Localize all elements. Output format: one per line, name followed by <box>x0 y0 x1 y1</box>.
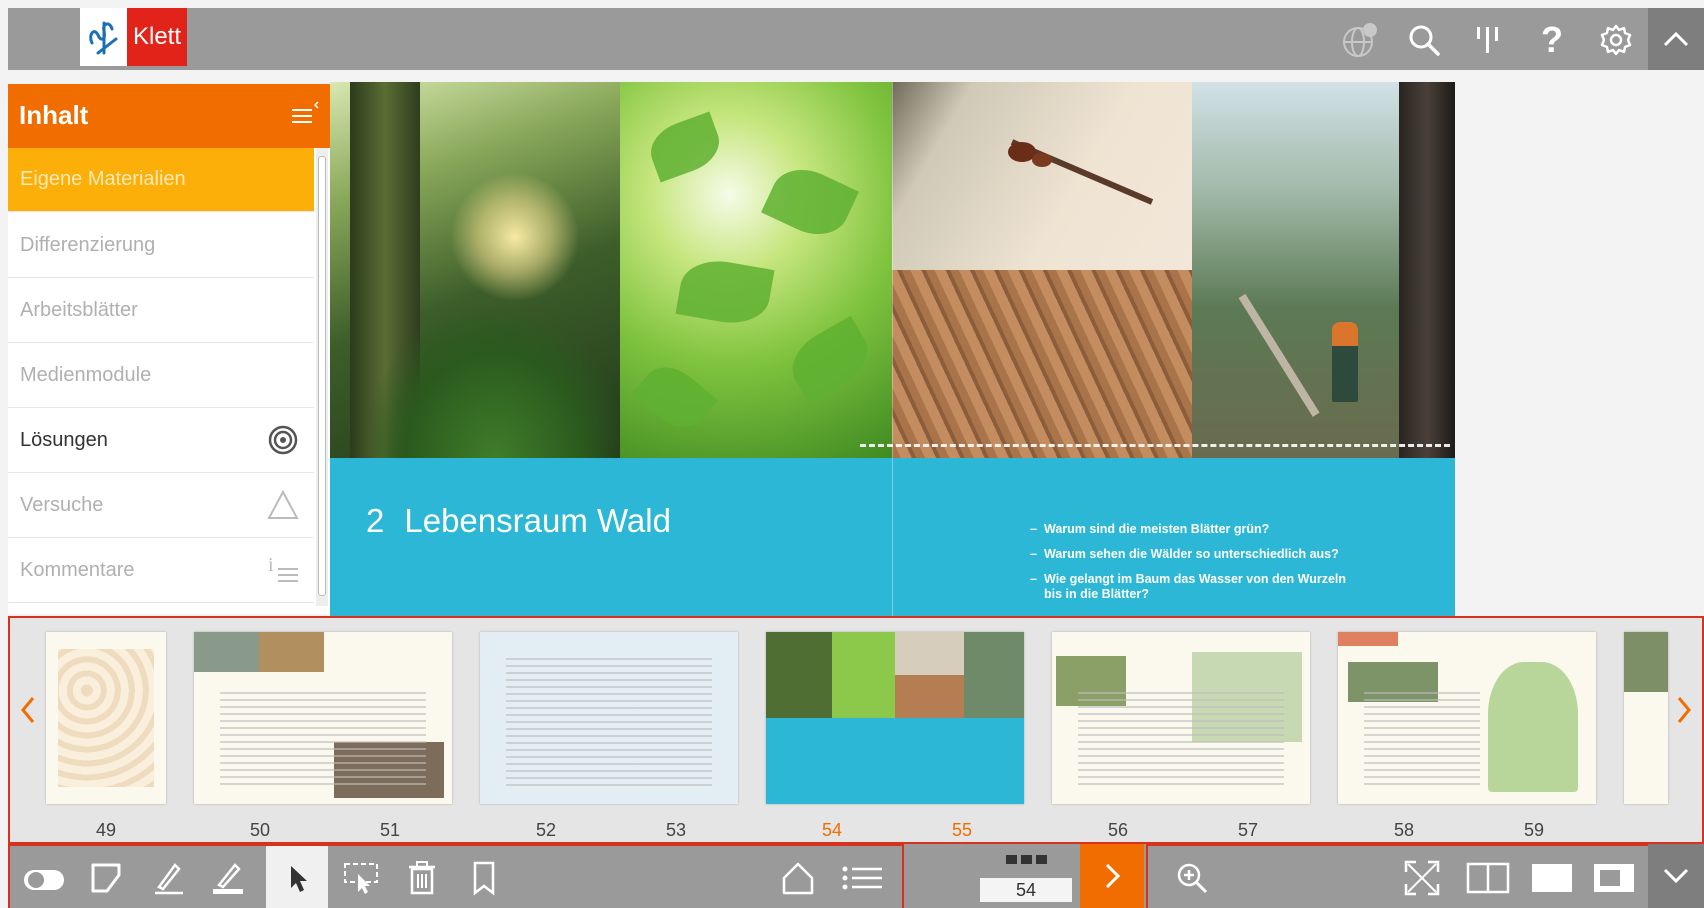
sidebar-item-medienmodule[interactable]: Medienmodule <box>8 344 314 408</box>
pointer-icon <box>291 866 307 892</box>
sidebar-item-label: Lösungen <box>20 429 108 451</box>
gear-icon[interactable] <box>1594 18 1638 62</box>
sidebar-collapse-menu-icon[interactable] <box>290 100 320 130</box>
sidebar-item-label: Differenzierung <box>20 234 156 256</box>
sidebar-header: Inhalt <box>8 84 330 148</box>
bookmark-bars-icon[interactable] <box>1466 18 1510 62</box>
chevron-down-icon <box>1663 868 1689 884</box>
forest-sunlight-photo <box>330 82 620 458</box>
highlighter-icon[interactable] <box>206 856 250 900</box>
question-item: Wie gelangt im Baum das Wasser von den W… <box>1030 572 1350 602</box>
book-page-spread[interactable]: 2 Lebensraum Wald Warum sind die meisten… <box>330 82 1455 616</box>
thumbnail-page-60-partial[interactable] <box>1624 632 1668 804</box>
target-icon <box>266 423 300 457</box>
question-item: Warum sind die meisten Blätter grün? <box>1030 522 1350 537</box>
thumbnail-pages-58-59[interactable] <box>1338 632 1596 804</box>
page-number-53: 53 <box>665 820 687 840</box>
pointer-tool-button[interactable] <box>266 846 328 908</box>
page-spine <box>892 82 893 616</box>
toggle-icon[interactable] <box>22 856 66 900</box>
collapse-top-button[interactable] <box>1648 8 1704 70</box>
green-leaves-photo <box>620 82 892 458</box>
sidebar-item-label: Eigene Materialien <box>20 168 186 190</box>
page-number-52: 52 <box>535 820 557 840</box>
sidebar-item-label: Medienmodule <box>20 364 152 386</box>
fullscreen-icon[interactable] <box>1400 856 1444 900</box>
top-bar: Klett ? <box>8 8 1704 70</box>
next-page-button[interactable] <box>1080 844 1144 908</box>
sidebar-item-label: Kommentare <box>20 559 135 581</box>
page-number-58: 58 <box>1393 820 1415 840</box>
selection-icon[interactable] <box>340 856 384 900</box>
tool-group-left <box>8 844 904 908</box>
forester-felling-tree-photo <box>1192 82 1455 458</box>
klett-logo[interactable]: Klett <box>80 8 187 66</box>
page-fit-icon[interactable] <box>1592 856 1636 900</box>
dry-leaf-closeup-photo <box>892 270 1192 458</box>
page-number-57: 57 <box>1237 820 1259 840</box>
sidebar-item-arbeitsblaetter[interactable]: Arbeitsblätter <box>8 279 314 343</box>
klett-logo-text: Klett <box>127 8 187 66</box>
search-icon[interactable] <box>1402 18 1446 62</box>
thumbnail-page-49[interactable] <box>46 632 166 804</box>
double-page-icon[interactable] <box>1466 856 1510 900</box>
page-number-54: 54 <box>821 820 843 840</box>
collapse-bottom-button[interactable] <box>1648 844 1704 908</box>
page-number-51: 51 <box>379 820 401 840</box>
sidebar-title: Inhalt <box>19 100 89 130</box>
page-number-50: 50 <box>249 820 271 840</box>
pen-icon[interactable] <box>146 856 190 900</box>
page-thumbnail-strip: 49 50 51 52 53 54 55 56 57 58 59 <box>8 616 1704 844</box>
bookmark-icon[interactable] <box>462 856 506 900</box>
app-window: Klett ? Inhalt Eigene Materialien Differ… <box>0 0 1704 908</box>
thumbnail-pages-56-57[interactable] <box>1052 632 1310 804</box>
content-sidebar: Inhalt Eigene Materialien Differenzierun… <box>8 84 330 614</box>
insect-on-twig-photo <box>892 82 1192 270</box>
chevron-right-icon <box>1105 863 1121 889</box>
chapter-number: 2 <box>366 502 385 539</box>
page-number-59: 59 <box>1523 820 1545 840</box>
thumbnail-pages-52-53[interactable] <box>480 632 738 804</box>
chapter-title: Lebensraum Wald <box>404 502 671 539</box>
page-number-56: 56 <box>1107 820 1129 840</box>
trash-icon[interactable] <box>400 856 444 900</box>
tablet-icon[interactable] <box>84 856 128 900</box>
sidebar-item-versuche[interactable]: Versuche <box>8 474 314 538</box>
strip-prev-arrow-icon[interactable] <box>18 690 38 730</box>
info-list-icon: i <box>266 553 300 587</box>
sidebar-item-differenzierung[interactable]: Differenzierung <box>8 214 314 278</box>
thumbnail-pages-54-55[interactable] <box>766 632 1024 804</box>
chevron-up-icon <box>1663 31 1689 47</box>
chapter-heading: 2 Lebensraum Wald <box>366 502 671 540</box>
page-number-49: 49 <box>95 820 117 840</box>
sidebar-item-kommentare[interactable]: Kommentare i <box>8 539 314 603</box>
sidebar-scrollbar-thumb[interactable] <box>318 156 326 596</box>
thumbnail-grid-icon[interactable] <box>1006 854 1048 868</box>
help-icon[interactable]: ? <box>1530 18 1574 62</box>
sidebar-scrollbar[interactable] <box>316 148 328 606</box>
thumbnail-pages-50-51[interactable] <box>194 632 452 804</box>
chapter-questions: Warum sind die meisten Blätter grün? War… <box>1030 522 1350 612</box>
triangle-icon <box>266 488 300 522</box>
zoom-in-icon[interactable] <box>1170 856 1214 900</box>
sidebar-item-loesungen[interactable]: Lösungen <box>8 409 314 473</box>
page-number-input[interactable] <box>980 878 1072 902</box>
dashed-divider <box>860 444 1450 447</box>
single-page-icon[interactable] <box>1530 856 1574 900</box>
tool-group-right <box>1146 844 1704 908</box>
home-icon[interactable] <box>776 856 820 900</box>
question-item: Warum sehen die Wälder so unterschiedlic… <box>1030 547 1350 562</box>
page-number-55: 55 <box>951 820 973 840</box>
klett-logo-mark-icon <box>80 8 127 66</box>
list-icon[interactable] <box>840 856 884 900</box>
strip-next-arrow-icon[interactable] <box>1674 690 1694 730</box>
globe-icon[interactable] <box>1338 18 1382 62</box>
sidebar-item-label: Arbeitsblätter <box>20 299 138 321</box>
bottom-toolbar <box>8 844 1704 908</box>
svg-text:i: i <box>268 554 274 576</box>
sidebar-item-eigene-materialien[interactable]: Eigene Materialien <box>8 148 314 212</box>
sidebar-item-label: Versuche <box>20 494 104 516</box>
